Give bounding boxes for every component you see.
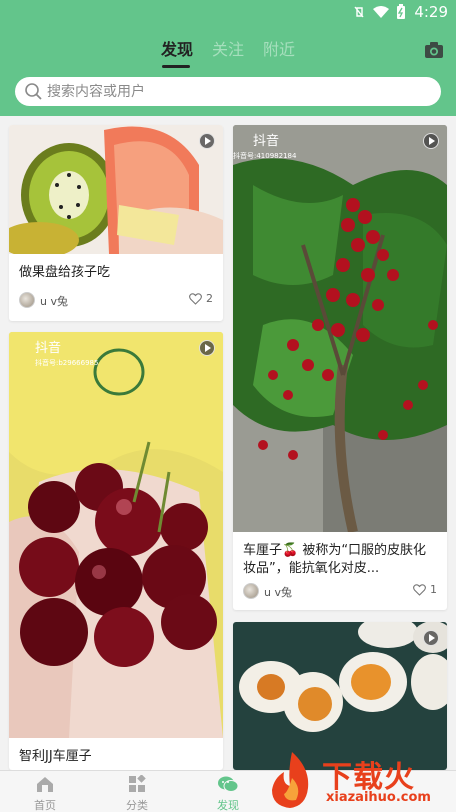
feed-card[interactable]: 抖音 抖音号:410982184 车厘子🍒 被称为“口服的皮肤化妆品”，能抗氧化… (233, 125, 447, 610)
like-count-value: 2 (206, 292, 213, 305)
kiwi-photo (9, 125, 223, 254)
site-watermark: 下载火 xiazaihuo.com (262, 748, 456, 812)
video-watermark-id: 抖音号:b29666985 (35, 358, 98, 367)
card-title: 智利JJ车厘子 (19, 749, 92, 764)
flame-logo-icon (272, 752, 309, 808)
nav-category[interactable]: 分类 (107, 774, 167, 812)
active-tab-indicator (162, 65, 190, 68)
discover-icon (218, 776, 239, 792)
card-title: 做果盘给孩子吃 (19, 265, 111, 280)
watermark-subtitle: xiazaihuo.com (326, 790, 431, 805)
video-play-icon (423, 630, 439, 646)
cherries-photo: 抖音 抖音号:b29666985 (9, 332, 223, 738)
author-name[interactable]: u v兔 (40, 293, 68, 309)
video-play-icon (199, 133, 215, 149)
status-time: 4:29 (414, 3, 448, 21)
wifi-icon (373, 6, 390, 18)
nav-home[interactable]: 首页 (15, 775, 75, 812)
feed-card[interactable]: 抖音 抖音号:b29666985 智利JJ车厘子 (9, 332, 223, 770)
author-name[interactable]: u v兔 (264, 584, 292, 600)
video-play-icon (199, 340, 215, 356)
like-count[interactable]: 1 (413, 583, 437, 596)
tab-discover[interactable]: 发现 (161, 38, 193, 62)
feed-tabs: 发现 关注 附近 (0, 38, 456, 72)
battery-icon (397, 4, 406, 19)
app-header: 4:29 发现 关注 附近 (0, 0, 456, 116)
like-count[interactable]: 2 (189, 292, 213, 305)
tab-following[interactable]: 关注 (212, 38, 244, 62)
search-icon (25, 83, 42, 100)
tab-nearby[interactable]: 附近 (263, 38, 295, 62)
grid-icon (129, 774, 146, 792)
nav-discover[interactable]: 发现 (198, 775, 258, 812)
avatar[interactable] (243, 583, 259, 599)
video-watermark-id: 抖音号:410982184 (233, 151, 297, 160)
nav-discover-label: 发现 (217, 799, 239, 812)
nav-home-label: 首页 (34, 799, 56, 812)
status-bar: 4:29 (0, 0, 456, 26)
like-count-value: 1 (430, 583, 437, 596)
search-input[interactable] (47, 77, 427, 106)
status-icons: 4:29 (352, 3, 448, 21)
home-icon (37, 777, 53, 792)
video-watermark-brand: 抖音 (35, 340, 61, 356)
camera-icon[interactable] (424, 41, 444, 59)
video-play-icon (423, 133, 439, 149)
heart-icon (413, 583, 426, 596)
card-footer: u v兔 2 (19, 291, 213, 311)
video-watermark-brand: 抖音 (253, 133, 279, 149)
cherry-tree-photo: 抖音 抖音号:410982184 (233, 125, 447, 532)
vibrate-icon (354, 6, 364, 18)
nav-category-label: 分类 (126, 799, 148, 812)
heart-icon (189, 292, 202, 305)
feed-card[interactable]: 做果盘给孩子吃 u v兔 2 (9, 125, 223, 321)
avatar[interactable] (19, 292, 35, 308)
card-footer: u v兔 1 (243, 582, 437, 602)
card-title: 车厘子🍒 被称为“口服的皮肤化妆品”，能抗氧化对皮... (243, 543, 427, 576)
search-bar[interactable] (15, 77, 441, 106)
